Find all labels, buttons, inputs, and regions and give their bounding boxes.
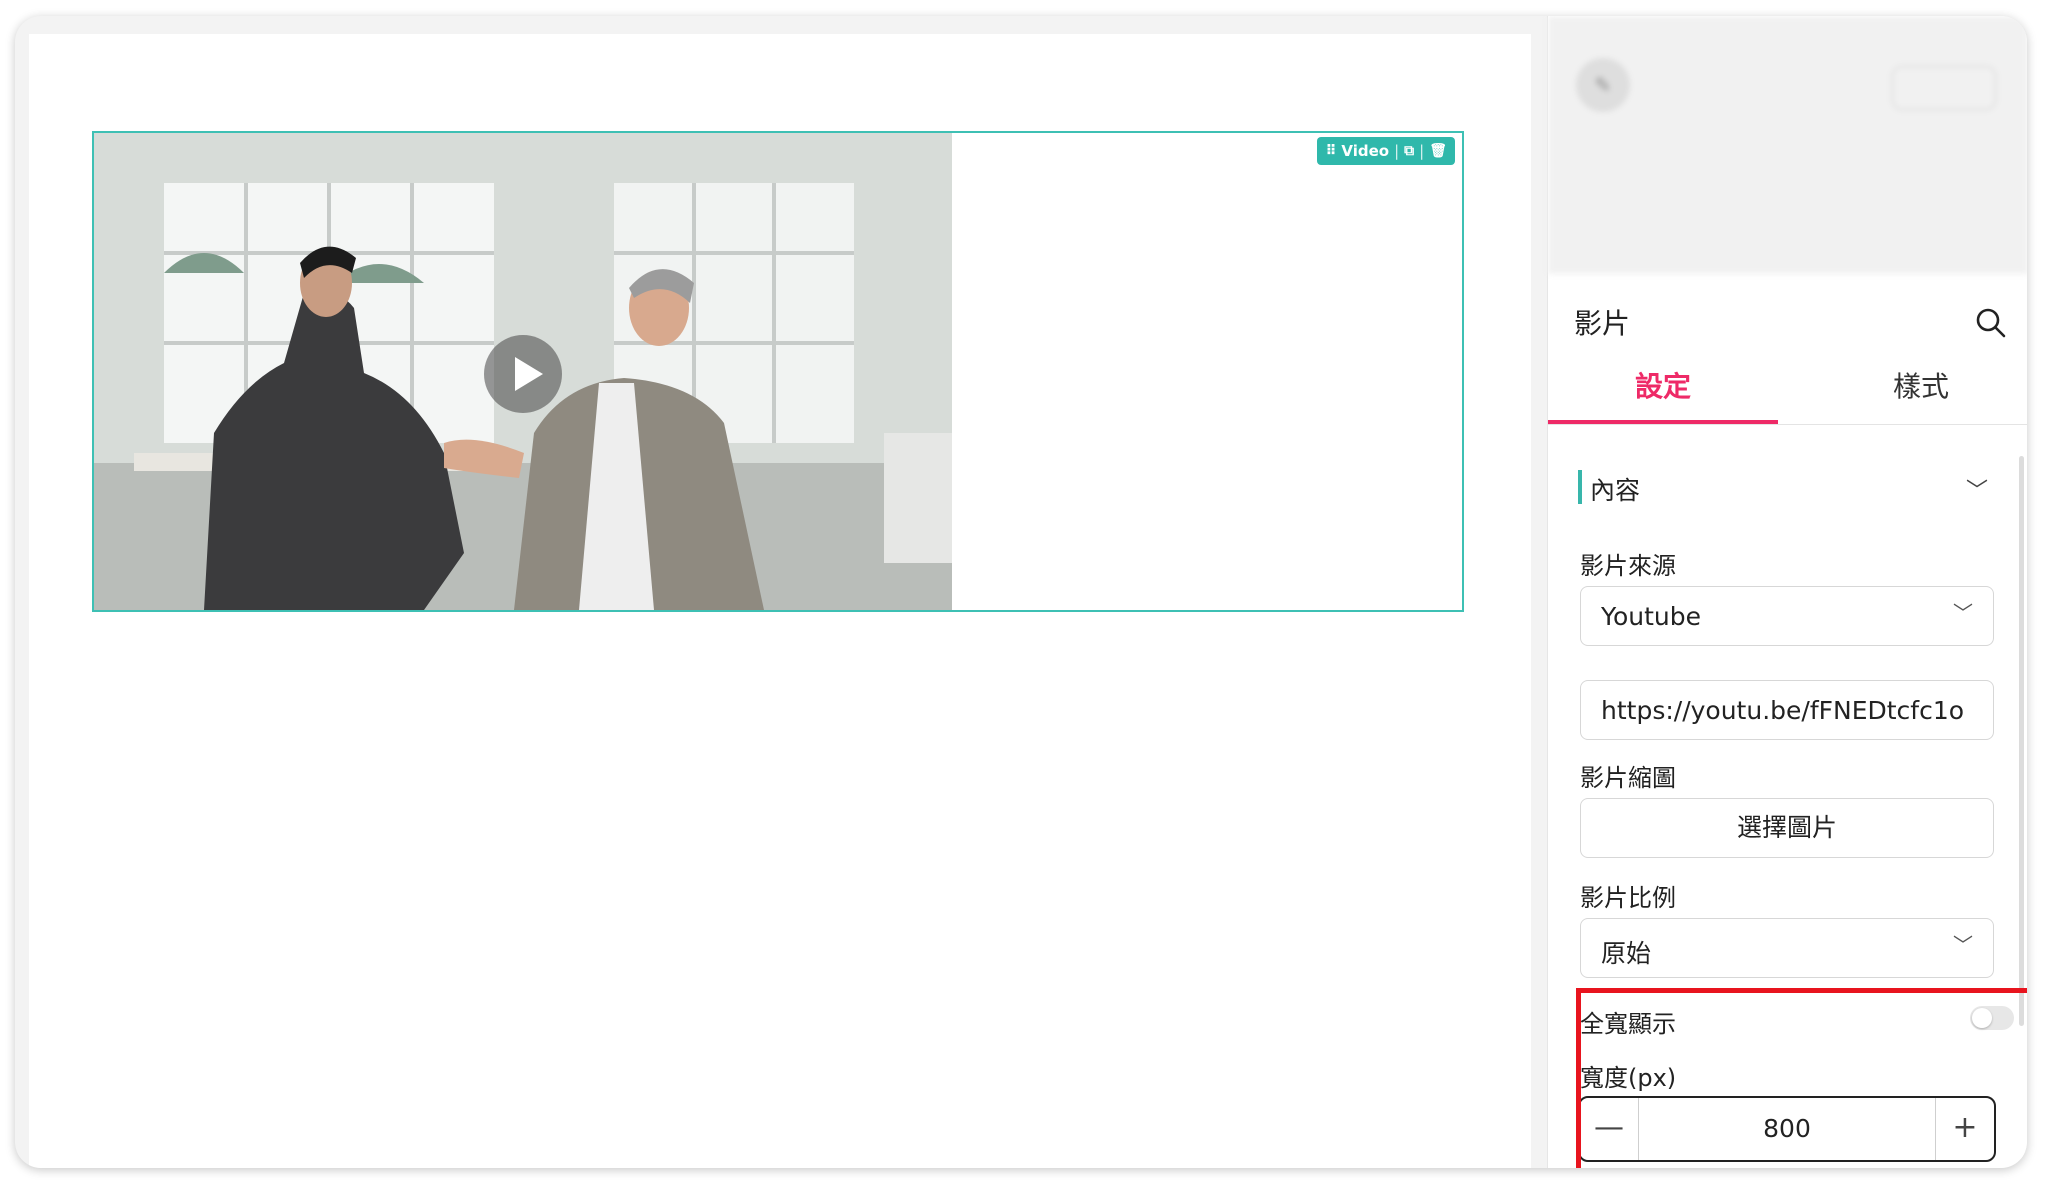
video-thumbnail[interactable] [94, 133, 952, 610]
settings-panel: ✎ 影片 設定 樣式 內容 ﹀ 影片來源 Youtube ﹀ https://y… [1547, 16, 2027, 1168]
trash-icon[interactable]: 🗑 [1429, 144, 1447, 158]
blurred-button [1892, 66, 1996, 110]
toggle-knob [1972, 1008, 1992, 1028]
app-window: ⠿ Video | ⧉ | 🗑 ✎ 影片 設定 樣式 內容 ﹀ 影片來源 You… [15, 16, 2027, 1168]
content-section-header[interactable]: 內容 ﹀ [1578, 468, 2008, 506]
panel-scrollbar[interactable] [2019, 456, 2024, 1026]
video-source-label: 影片來源 [1580, 552, 1676, 580]
play-icon[interactable] [484, 335, 562, 413]
tab-style[interactable]: 樣式 [1806, 362, 2027, 424]
search-icon[interactable] [1974, 306, 2008, 340]
aspect-ratio-label: 影片比例 [1580, 884, 1676, 912]
aspect-ratio-value: 原始 [1601, 939, 1652, 968]
chevron-down-icon: ﹀ [1953, 933, 1973, 957]
thumbnail-label: 影片縮圖 [1580, 764, 1676, 792]
full-width-label: 全寬顯示 [1580, 1010, 1676, 1038]
editor-canvas: ⠿ Video | ⧉ | 🗑 [29, 34, 1531, 1168]
full-width-toggle[interactable] [1970, 1006, 2014, 1030]
duplicate-icon[interactable]: ⧉ [1404, 144, 1414, 158]
video-source-select[interactable]: Youtube ﹀ [1580, 586, 1994, 646]
aspect-ratio-select[interactable]: 原始 ﹀ [1580, 918, 1994, 978]
block-type-label: Video [1341, 142, 1390, 160]
panel-title: 影片 [1574, 307, 1631, 340]
toolbar-divider: | [1419, 142, 1425, 160]
decrement-button[interactable]: — [1580, 1098, 1639, 1160]
avatar: ✎ [1576, 58, 1630, 112]
section-label: 內容 [1590, 476, 1641, 505]
choose-image-button[interactable]: 選擇圖片 [1580, 798, 1994, 858]
video-url-input[interactable]: https://youtu.be/fFNEDtcfc1o [1580, 680, 1994, 740]
blurred-header: ✎ [1548, 16, 2027, 274]
block-toolbar: ⠿ Video | ⧉ | 🗑 [1317, 137, 1455, 165]
width-value-input[interactable]: 800 [1638, 1098, 1936, 1160]
width-stepper: — 800 + [1578, 1096, 1996, 1162]
chevron-down-icon: ﹀ [1953, 601, 1973, 625]
panel-tabs: 設定 樣式 [1548, 362, 2027, 425]
video-url-value: https://youtu.be/fFNEDtcfc1o [1601, 696, 1965, 725]
increment-button[interactable]: + [1935, 1098, 1994, 1160]
section-accent-bar [1578, 470, 1582, 504]
tab-settings[interactable]: 設定 [1548, 362, 1778, 424]
width-label: 寬度(px) [1580, 1064, 1677, 1092]
drag-handle-icon[interactable]: ⠿ [1325, 144, 1336, 158]
video-block[interactable]: ⠿ Video | ⧉ | 🗑 [92, 131, 1464, 612]
toolbar-divider: | [1394, 142, 1400, 160]
video-source-value: Youtube [1601, 602, 1701, 631]
chevron-down-icon[interactable]: ﹀ [1966, 473, 1988, 505]
